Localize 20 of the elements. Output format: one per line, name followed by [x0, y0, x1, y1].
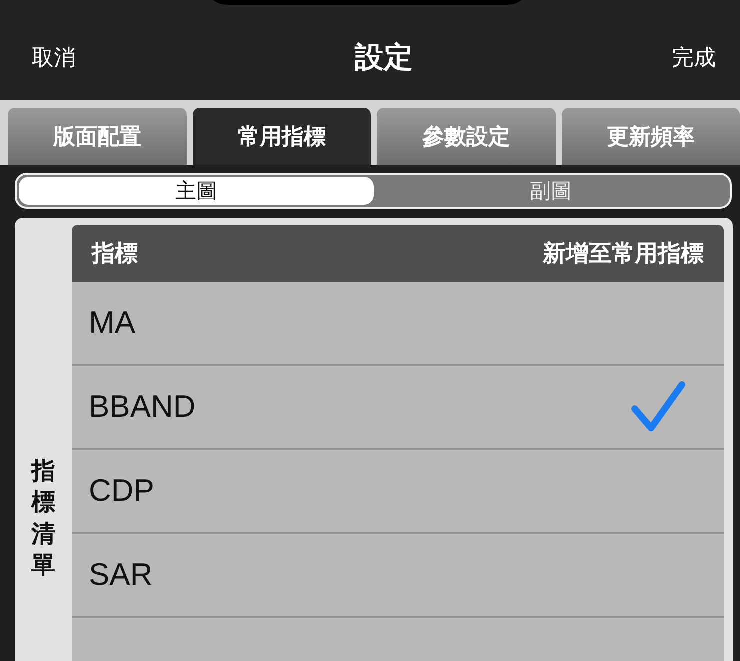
column-header: 新增至常用指標: [543, 240, 704, 269]
done-button[interactable]: 完成: [672, 43, 716, 73]
indicator-name: SAR: [89, 557, 153, 593]
tab[interactable]: 參數設定: [377, 108, 556, 165]
column-header: 指標: [92, 240, 138, 269]
segment-button[interactable]: 副圖: [374, 177, 728, 205]
indicator-row[interactable]: SAR: [72, 534, 724, 618]
tab[interactable]: 更新頻率: [562, 108, 740, 165]
indicator-row[interactable]: CDP: [72, 450, 724, 534]
indicator-name: MA: [89, 305, 136, 341]
indicator-row[interactable]: BBAND: [72, 366, 724, 450]
tab[interactable]: 常用指標: [192, 108, 371, 165]
indicator-name: CDP: [89, 473, 154, 509]
side-label: 指標清單: [32, 456, 56, 581]
cancel-button[interactable]: 取消: [32, 43, 76, 73]
screen-title: 設定: [355, 39, 413, 76]
indicator-row[interactable]: MA: [72, 282, 724, 366]
tab[interactable]: 版面配置: [8, 108, 186, 165]
indicator-name: BBAND: [89, 389, 196, 425]
segment-button[interactable]: 主圖: [19, 177, 374, 205]
